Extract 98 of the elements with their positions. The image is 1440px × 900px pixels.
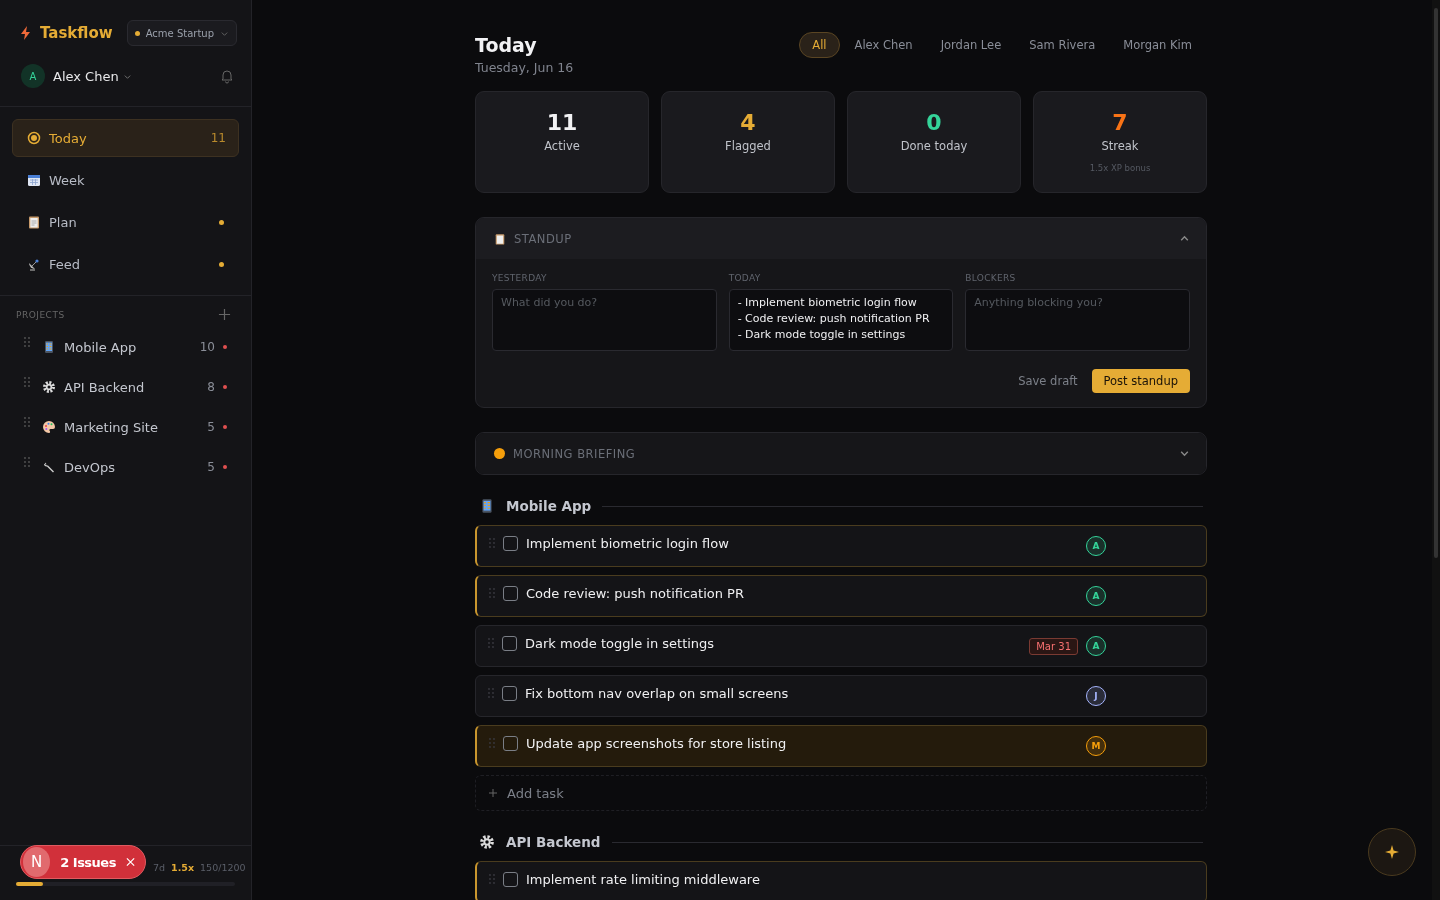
assignee-avatar: A	[1086, 636, 1106, 656]
assistant-button[interactable]	[1368, 828, 1416, 876]
section-heading: PROJECTS	[16, 309, 65, 320]
gear-icon	[42, 380, 56, 394]
stat-value: 4	[740, 110, 756, 135]
stat-note: 1.5x XP bonus	[1089, 163, 1151, 173]
drag-handle-icon	[24, 337, 30, 347]
phone-icon	[42, 340, 56, 354]
group-title: Mobile App	[506, 498, 592, 514]
field-label: YESTERDAY	[492, 273, 548, 283]
task-row[interactable]: Update app screenshots for store listing M	[475, 725, 1207, 767]
drag-handle-icon	[24, 377, 30, 387]
issues-badge[interactable]: N 2 Issues	[20, 845, 146, 879]
nav-item[interactable]: Feed	[12, 245, 239, 283]
target-icon	[27, 131, 41, 145]
app-name: Taskflow	[40, 24, 113, 42]
drag-handle-icon	[24, 417, 30, 427]
checkbox[interactable]	[502, 686, 517, 701]
assignee-avatar: J	[1086, 686, 1106, 706]
drag-handle-icon	[488, 688, 494, 698]
drag-handle-icon	[488, 638, 494, 648]
filter-tab[interactable]: Morgan Kim	[1110, 32, 1205, 58]
plus-icon	[488, 788, 498, 798]
group-title: API Backend	[506, 834, 601, 850]
stat-value: 11	[546, 110, 578, 135]
stat-label: Done today	[900, 139, 968, 153]
task-title: Dark mode toggle in settings	[525, 636, 715, 651]
clipboard-icon	[494, 232, 506, 245]
add-task-button[interactable]: Add task	[475, 775, 1207, 811]
filter-tab[interactable]: Alex Chen	[841, 32, 926, 58]
input-field[interactable]: What did you do?	[492, 289, 717, 351]
nav-item[interactable]: Plan	[12, 203, 239, 241]
close-icon[interactable]	[125, 857, 135, 867]
assignee-avatar: A	[1086, 536, 1106, 556]
phone-icon	[479, 498, 495, 514]
project-item[interactable]: DevOps 5	[0, 447, 251, 487]
save-draft-button[interactable]: Save draft	[1012, 373, 1084, 389]
field-label: TODAY	[728, 273, 762, 283]
panel-title: MORNING BRIEFING	[513, 446, 636, 461]
task-title: Update app screenshots for store listing	[526, 736, 787, 751]
page-title: Today	[475, 34, 538, 56]
checkbox[interactable]	[503, 736, 518, 751]
drag-handle-icon	[489, 538, 495, 548]
bell-icon[interactable]	[219, 68, 235, 84]
checkbox[interactable]	[503, 872, 518, 887]
wrench-icon	[42, 460, 56, 474]
filter-tab[interactable]: All	[799, 32, 840, 58]
checkbox[interactable]	[502, 636, 517, 651]
workspace-selector[interactable]: Acme Startup	[126, 20, 237, 46]
clipboard-icon	[27, 215, 41, 229]
task-title: Implement biometric login flow	[526, 536, 729, 551]
drag-handle-icon	[24, 457, 30, 467]
xp-count: 150/1200	[200, 861, 246, 873]
nav-item[interactable]: Today 11	[12, 119, 239, 157]
assignee-avatar: A	[1086, 586, 1106, 606]
task-row[interactable]: Dark mode toggle in settings Mar 31 A	[475, 625, 1207, 667]
user-avatar: A	[21, 64, 45, 88]
drag-handle-icon	[489, 738, 495, 748]
due-date-tag: Mar 31	[1029, 637, 1078, 655]
task-row[interactable]: Fix bottom nav overlap on small screens J	[475, 675, 1207, 717]
task-title: Implement rate limiting middleware	[526, 872, 760, 887]
nav-item[interactable]: Week	[12, 161, 239, 199]
streak-days: 7d	[153, 861, 166, 873]
palette-icon	[42, 420, 56, 434]
checkbox[interactable]	[503, 536, 518, 551]
input-field[interactable]: Anything blocking you?	[965, 289, 1190, 351]
stat-label: Streak	[1101, 139, 1139, 153]
xp-multiplier: 1.5x	[171, 861, 195, 873]
stat-value: 7	[1112, 110, 1128, 135]
assignee-avatar: M	[1086, 736, 1106, 756]
drag-handle-icon	[489, 588, 495, 598]
checkbox[interactable]	[503, 586, 518, 601]
project-item[interactable]: Mobile App 10	[0, 327, 251, 367]
project-item[interactable]: Marketing Site 5	[0, 407, 251, 447]
add-icon[interactable]	[218, 308, 231, 321]
task-row[interactable]: Implement biometric login flow A	[475, 525, 1207, 567]
filter-tab[interactable]: Sam Rivera	[1016, 32, 1109, 58]
satellite-dish-icon	[27, 257, 41, 271]
stat-label: Active	[544, 139, 580, 153]
task-row[interactable]: Implement rate limiting middleware	[475, 861, 1207, 900]
task-title: Code review: push notification PR	[526, 586, 744, 601]
field-label: BLOCKERS	[965, 273, 1017, 283]
input-field[interactable]: - Implement biometric login flow - Code review: push notification PR - Dark mode toggle in settings	[728, 289, 954, 351]
project-item[interactable]: API Backend 8	[0, 367, 251, 407]
task-title: Fix bottom nav overlap on small screens	[525, 686, 789, 701]
calendar-icon	[27, 173, 41, 187]
sparkle-icon	[1384, 844, 1400, 860]
task-row[interactable]: Code review: push notification PR A	[475, 575, 1207, 617]
filter-tab[interactable]: Jordan Lee	[927, 32, 1015, 58]
user-menu[interactable]: Alex Chen	[53, 68, 132, 84]
gear-icon	[479, 834, 495, 850]
page-date: Tuesday, Jun 16	[475, 60, 574, 75]
stat-label: Flagged	[725, 139, 771, 153]
drag-handle-icon	[489, 874, 495, 884]
post-button[interactable]: Post standup	[1091, 369, 1190, 393]
stat-value: 0	[926, 110, 942, 135]
panel-title: STANDUP	[514, 231, 572, 246]
status-dot	[494, 448, 505, 459]
